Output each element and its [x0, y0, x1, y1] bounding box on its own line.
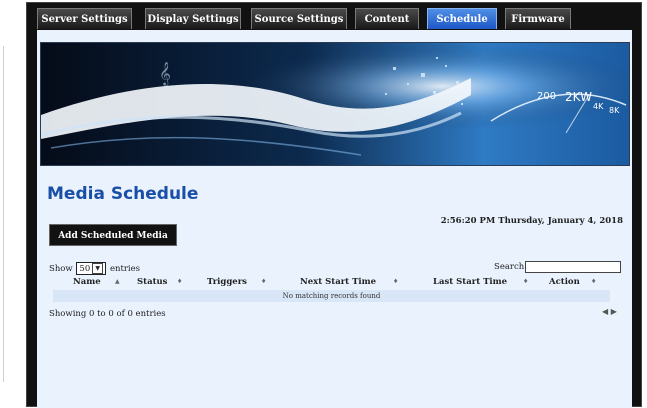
column-header-name[interactable]: Name — [73, 277, 101, 287]
content-panel: 𝄞 200 2KW 4K 8K Media Schedule Add Sched… — [37, 30, 632, 408]
length-menu: Show 50 ▼ entries — [49, 262, 140, 275]
banner-artwork: 𝄞 200 2KW 4K 8K — [41, 43, 629, 165]
sort-asc-icon: ▲ — [115, 278, 120, 285]
tab-source-settings[interactable]: Source Settings — [251, 8, 347, 29]
app-frame: Server Settings Display Settings Source … — [26, 2, 642, 408]
chevron-down-icon: ▼ — [92, 263, 104, 274]
left-divider — [3, 46, 4, 382]
sort-icon: ♦ — [261, 278, 267, 285]
sort-icon: ♦ — [177, 278, 183, 285]
length-menu-suffix: entries — [109, 264, 141, 274]
entries-select-value: 50 — [79, 264, 91, 274]
add-scheduled-media-button[interactable]: Add Scheduled Media — [49, 224, 177, 246]
empty-table-message: No matching records found — [53, 290, 610, 302]
entries-select[interactable]: 50 ▼ — [76, 262, 107, 275]
next-page-icon[interactable]: ▶ — [611, 307, 617, 316]
header-banner: 𝄞 200 2KW 4K 8K — [40, 42, 630, 166]
length-menu-prefix: Show — [49, 264, 73, 274]
column-header-last-start-time[interactable]: Last Start Time — [433, 277, 507, 287]
meter-label-8k: 8K — [609, 106, 620, 115]
search-label: Search: — [494, 262, 528, 272]
tab-firmware[interactable]: Firmware — [505, 8, 571, 29]
meter-label-200: 200 — [537, 91, 556, 102]
previous-page-icon[interactable]: ◀ — [602, 307, 608, 316]
svg-text:𝄞: 𝄞 — [159, 61, 171, 86]
current-datetime: 2:56:20 PM Thursday, January 4, 2018 — [440, 216, 623, 226]
column-header-next-start-time[interactable]: Next Start Time — [300, 277, 376, 287]
meter-label-4k: 4K — [593, 102, 604, 111]
tab-content[interactable]: Content — [355, 8, 419, 29]
column-header-triggers[interactable]: Triggers — [207, 277, 247, 287]
search-input[interactable] — [525, 261, 621, 273]
table-info: Showing 0 to 0 of 0 entries — [49, 309, 166, 319]
sort-icon: ♦ — [591, 278, 597, 285]
page-title: Media Schedule — [47, 184, 199, 204]
tab-schedule[interactable]: Schedule — [427, 8, 497, 29]
sort-icon: ♦ — [393, 278, 399, 285]
meter-label-2kw: 2KW — [565, 90, 592, 104]
tab-display-settings[interactable]: Display Settings — [145, 8, 241, 29]
column-header-status[interactable]: Status — [137, 277, 167, 287]
sort-icon: ♦ — [523, 278, 529, 285]
column-header-action[interactable]: Action — [549, 277, 580, 287]
pagination: ◀ ▶ — [602, 307, 617, 316]
tab-server-settings[interactable]: Server Settings — [37, 8, 132, 29]
table-header-row: Name ▲ Status ♦ Triggers ♦ Next Start Ti… — [53, 277, 610, 288]
